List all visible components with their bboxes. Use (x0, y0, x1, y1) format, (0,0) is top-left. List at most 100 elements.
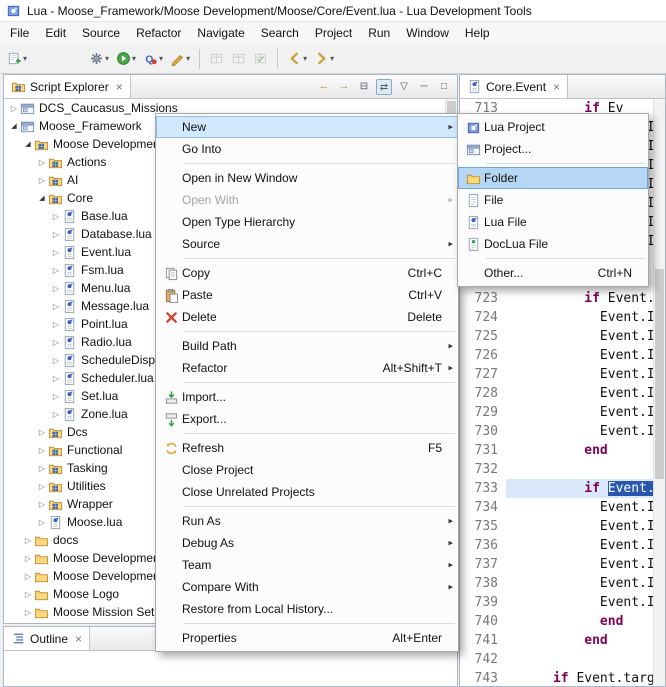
editor-scrollbar[interactable] (653, 99, 665, 686)
code-line-737[interactable]: 737 Event.IniUnit = UNIT:FindByName( Eve… (460, 555, 653, 574)
code-line-738[interactable]: 738 Event.IniDCSGroup = Event.IniDCSUnit… (460, 574, 653, 593)
expand-twisty-icon[interactable]: ▷ (36, 482, 48, 491)
code-line-743[interactable]: 743 if Event.target then (460, 669, 653, 686)
expand-twisty-icon[interactable]: ▷ (50, 266, 62, 275)
expand-twisty-icon[interactable]: ▷ (50, 410, 62, 419)
expand-twisty-icon[interactable]: ▷ (36, 428, 48, 437)
new-submenu-item-other[interactable]: Other...Ctrl+N (458, 262, 648, 284)
expand-twisty-icon[interactable]: ▷ (50, 338, 62, 347)
menubar-source[interactable]: Source (74, 23, 128, 43)
code-line-729[interactable]: 729 Event.IniDCSGroupName = Event.IniDCS… (460, 403, 653, 422)
code-line-725[interactable]: 725 Event.IniDCSUnitName = Event.IniDCSU… (460, 327, 653, 346)
context-menu-item-paste[interactable]: PasteCtrl+V (156, 284, 458, 306)
code-line-734[interactable]: 734 Event.IniDCSUnit = Event.initiator (460, 498, 653, 517)
context-menu-item-source[interactable]: Source▸ (156, 233, 458, 255)
menubar-window[interactable]: Window (398, 23, 457, 43)
new-submenu-item-file[interactable]: File (458, 189, 648, 211)
context-menu-item-export[interactable]: Export... (156, 408, 458, 430)
link-with-editor-button[interactable]: ⇄ (376, 79, 392, 95)
menubar-help[interactable]: Help (457, 23, 498, 43)
new-submenu-item-folder[interactable]: Folder (458, 167, 648, 189)
tab-core-event[interactable]: Core.Event × (460, 75, 568, 98)
back-button[interactable]: ← (316, 79, 332, 95)
menubar-navigate[interactable]: Navigate (189, 23, 252, 43)
menubar-edit[interactable]: Edit (37, 23, 74, 43)
menubar-file[interactable]: File (2, 23, 37, 43)
new-wizard-button[interactable]: ▾ (4, 47, 30, 71)
menubar-run[interactable]: Run (360, 23, 398, 43)
run-button[interactable]: ▾ (113, 47, 139, 71)
dropdown-caret-icon[interactable]: ▾ (132, 54, 136, 63)
expand-twisty-icon[interactable]: ▷ (22, 572, 34, 581)
pen-button[interactable]: ▾ (167, 47, 193, 71)
maximize-button[interactable]: □ (436, 79, 452, 95)
expand-twisty-icon[interactable]: ▷ (50, 248, 62, 257)
expand-twisty-icon[interactable]: ▷ (22, 554, 34, 563)
new-submenu-item-doclua-file[interactable]: DocLua File (458, 233, 648, 255)
code-line-727[interactable]: 727 Event.IniUnit = UNIT:FindByName( Eve… (460, 365, 653, 384)
expand-twisty-icon[interactable]: ▷ (50, 230, 62, 239)
new-submenu-item-lua-file[interactable]: Lua File (458, 211, 648, 233)
context-menu-item-delete[interactable]: DeleteDelete (156, 306, 458, 328)
code-line-728[interactable]: 728 Event.IniDCSGroup = Event.IniDCSUnit… (460, 384, 653, 403)
view-menu-button[interactable]: ▽ (396, 79, 412, 95)
expand-twisty-icon[interactable]: ▷ (50, 212, 62, 221)
back-button[interactable]: ▾ (284, 47, 310, 71)
expand-twisty-icon[interactable]: ▷ (22, 608, 34, 617)
dropdown-caret-icon[interactable]: ▾ (303, 54, 307, 63)
context-menu-item-restore-from-local-history[interactable]: Restore from Local History... (156, 598, 458, 620)
forward-button[interactable]: → (336, 79, 352, 95)
code-line-742[interactable]: 742 (460, 650, 653, 669)
forward-button[interactable]: ▾ (311, 47, 337, 71)
collapse-all-button[interactable]: ⊟ (356, 79, 372, 95)
close-icon[interactable]: × (553, 80, 560, 94)
context-menu-item-refactor[interactable]: RefactorAlt+Shift+T▸ (156, 357, 458, 379)
expand-twisty-icon[interactable]: ▷ (36, 464, 48, 473)
external-tools-button[interactable]: ▾ (86, 47, 112, 71)
expand-twisty-icon[interactable]: ▷ (8, 104, 20, 113)
context-menu-item-copy[interactable]: CopyCtrl+C (156, 262, 458, 284)
context-menu-item-build-path[interactable]: Build Path▸ (156, 335, 458, 357)
menubar-search[interactable]: Search (253, 23, 307, 43)
context-menu-item-close-project[interactable]: Close Project (156, 459, 458, 481)
code-line-731[interactable]: 731 end (460, 441, 653, 460)
dropdown-caret-icon[interactable]: ▾ (186, 54, 190, 63)
tab-script-explorer[interactable]: Script Explorer × (4, 75, 131, 98)
collapse-twisty-icon[interactable]: ◢ (8, 122, 20, 130)
expand-twisty-icon[interactable]: ▷ (50, 302, 62, 311)
code-line-735[interactable]: 735 Event.IniDCSUnitName = Event.IniDCSU… (460, 517, 653, 536)
dropdown-caret-icon[interactable]: ▾ (23, 54, 27, 63)
expand-twisty-icon[interactable]: ▷ (50, 320, 62, 329)
context-menu-item-debug-as[interactable]: Debug As▸ (156, 532, 458, 554)
expand-twisty-icon[interactable]: ▷ (50, 374, 62, 383)
close-icon[interactable]: × (116, 80, 123, 94)
close-icon[interactable]: × (75, 632, 82, 646)
expand-twisty-icon[interactable]: ▷ (22, 590, 34, 599)
code-line-724[interactable]: 724 Event.IniDCSUnit = Event.initiator (460, 308, 653, 327)
dropdown-caret-icon[interactable]: ▾ (105, 54, 109, 63)
context-menu-item-open-in-new-window[interactable]: Open in New Window (156, 167, 458, 189)
expand-twisty-icon[interactable]: ▷ (36, 176, 48, 185)
scrollbar-thumb[interactable] (655, 269, 664, 479)
code-line-723[interactable]: 723 if Event.IniObjectCategory == Object… (460, 289, 653, 308)
context-menu-item-go-into[interactable]: Go Into (156, 138, 458, 160)
new-submenu-item-lua-project[interactable]: Lua Project (458, 116, 648, 138)
expand-twisty-icon[interactable]: ▷ (50, 392, 62, 401)
context-menu-item-close-unrelated-projects[interactable]: Close Unrelated Projects (156, 481, 458, 503)
code-line-733[interactable]: 733 if Event.IniObjectCategory == Object… (460, 479, 653, 498)
minimize-button[interactable]: ─ (416, 79, 432, 95)
context-menu-item-team[interactable]: Team▸ (156, 554, 458, 576)
code-line-732[interactable]: 732 (460, 460, 653, 479)
context-menu-item-new[interactable]: New▸ (156, 116, 458, 138)
code-line-736[interactable]: 736 Event.IniUnitName = Event.IniDCSUnit… (460, 536, 653, 555)
expand-twisty-icon[interactable]: ▷ (36, 158, 48, 167)
menubar-project[interactable]: Project (307, 23, 360, 43)
code-line-726[interactable]: 726 Event.IniUnitName = Event.IniDCSUnit… (460, 346, 653, 365)
context-menu-item-run-as[interactable]: Run As▸ (156, 510, 458, 532)
dropdown-caret-icon[interactable]: ▾ (159, 54, 163, 63)
context-menu-item-import[interactable]: Import... (156, 386, 458, 408)
profile-button[interactable]: Q▾ (140, 47, 166, 71)
context-menu-item-compare-with[interactable]: Compare With▸ (156, 576, 458, 598)
collapse-twisty-icon[interactable]: ◢ (36, 194, 48, 202)
tab-outline[interactable]: Outline × (4, 627, 90, 650)
